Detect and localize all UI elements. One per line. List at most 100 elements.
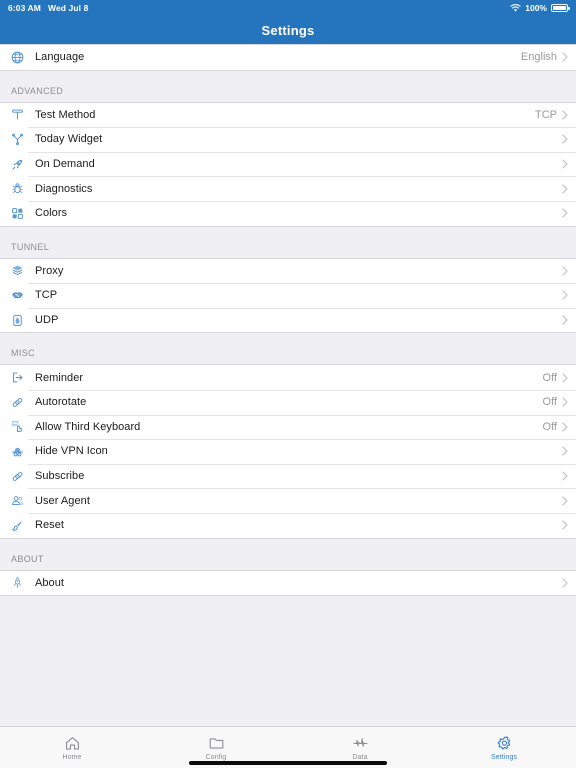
row-allow-third-keyboard[interactable]: Allow Third Keyboard Off bbox=[0, 414, 576, 440]
brush-icon bbox=[7, 519, 28, 532]
row-udp[interactable]: UDP bbox=[0, 307, 576, 333]
chevron-right-icon bbox=[562, 110, 568, 120]
chevron-right-icon bbox=[562, 315, 568, 325]
people-icon bbox=[7, 494, 28, 507]
row-tcp[interactable]: TCP bbox=[0, 283, 576, 308]
row-reminder[interactable]: Reminder Off bbox=[0, 365, 576, 390]
row-value: TCP bbox=[535, 108, 557, 121]
status-bar: 6:03 AM Wed Jul 8 100% bbox=[0, 0, 576, 16]
tab-bar: Home Config Data Settings bbox=[0, 726, 576, 768]
exit-arrow-icon bbox=[7, 371, 28, 384]
row-label: User Agent bbox=[35, 494, 90, 507]
status-bar-right: 100% bbox=[510, 3, 570, 13]
tab-label: Home bbox=[62, 753, 82, 761]
chevron-right-icon bbox=[562, 266, 568, 276]
row-accessory: Off bbox=[543, 421, 576, 433]
row-hide-vpn-icon[interactable]: Hide VPN Icon bbox=[0, 439, 576, 464]
gear-icon bbox=[497, 735, 510, 749]
row-accessory bbox=[557, 134, 576, 145]
row-label: UDP bbox=[35, 314, 59, 327]
tab-label: Config bbox=[205, 753, 227, 761]
tab-config[interactable]: Config bbox=[144, 727, 288, 768]
row-accessory: Off bbox=[543, 396, 576, 408]
badge-icon bbox=[7, 314, 28, 327]
layers-icon bbox=[7, 264, 28, 277]
settings-group-about: About bbox=[0, 569, 576, 597]
chevron-right-icon bbox=[562, 446, 568, 457]
row-label: Reminder bbox=[35, 371, 84, 384]
row-language[interactable]: Language English bbox=[0, 45, 576, 70]
row-label: Today Widget bbox=[35, 133, 103, 146]
row-label: TCP bbox=[35, 289, 58, 302]
row-reset[interactable]: Reset bbox=[0, 512, 576, 538]
row-test-method[interactable]: Test Method TCP bbox=[0, 102, 576, 128]
chevron-right-icon bbox=[562, 373, 568, 383]
chevron-right-icon bbox=[562, 159, 568, 169]
chevron-right-icon bbox=[562, 520, 568, 530]
link-icon bbox=[7, 396, 28, 409]
settings-group-misc: Reminder Off Autorotate Off Allow Third … bbox=[0, 364, 576, 539]
chevron-right-icon bbox=[562, 184, 568, 194]
row-label: Language bbox=[35, 51, 85, 64]
row-label: Allow Third Keyboard bbox=[35, 420, 141, 433]
row-label: Test Method bbox=[35, 108, 96, 121]
chevron-right-icon bbox=[562, 578, 568, 588]
settings-screen: 6:03 AM Wed Jul 8 100% Settings Language… bbox=[0, 0, 576, 768]
row-value: English bbox=[520, 51, 557, 64]
incognito-icon bbox=[7, 445, 28, 458]
row-accessory bbox=[557, 184, 576, 194]
rocket-pin-icon bbox=[7, 576, 28, 589]
row-today-widget[interactable]: Today Widget bbox=[0, 127, 576, 152]
tab-home[interactable]: Home bbox=[0, 727, 144, 768]
tab-settings[interactable]: Settings bbox=[432, 727, 576, 768]
chevron-right-icon bbox=[562, 52, 568, 62]
section-header-about: ABOUT bbox=[0, 538, 576, 570]
chevron-right-icon bbox=[562, 290, 568, 301]
row-label: Proxy bbox=[35, 264, 64, 277]
chevron-right-icon bbox=[562, 397, 568, 407]
row-colors[interactable]: Colors bbox=[0, 200, 576, 226]
settings-group-advanced: Test Method TCP Today Widget On Demand D… bbox=[0, 101, 576, 227]
row-proxy[interactable]: Proxy bbox=[0, 258, 576, 284]
page-title: Settings bbox=[261, 22, 315, 38]
branch-icon bbox=[7, 133, 28, 146]
wifi-icon bbox=[510, 3, 521, 12]
section-header-misc: MISC bbox=[0, 333, 576, 365]
globe-icon bbox=[7, 51, 28, 64]
tab-label: Settings bbox=[490, 753, 518, 761]
chevron-right-icon bbox=[562, 134, 568, 145]
battery-percent: 100% bbox=[525, 3, 547, 13]
row-accessory bbox=[557, 496, 576, 506]
row-label: Reset bbox=[35, 519, 64, 532]
row-label: Autorotate bbox=[35, 396, 87, 409]
row-accessory bbox=[557, 315, 576, 325]
tab-data[interactable]: Data bbox=[288, 727, 432, 768]
row-accessory: English bbox=[521, 51, 576, 63]
row-on-demand[interactable]: On Demand bbox=[0, 151, 576, 177]
row-label: Hide VPN Icon bbox=[35, 445, 108, 458]
row-diagnostics[interactable]: Diagnostics bbox=[0, 176, 576, 201]
link-icon bbox=[7, 470, 28, 483]
row-accessory bbox=[557, 159, 576, 169]
status-time: 6:03 AM bbox=[8, 3, 41, 13]
chevron-right-icon bbox=[562, 496, 568, 506]
nav-bar: Settings bbox=[0, 16, 576, 44]
row-user-agent[interactable]: User Agent bbox=[0, 488, 576, 513]
row-autorotate[interactable]: Autorotate Off bbox=[0, 389, 576, 415]
battery-full-icon bbox=[551, 4, 570, 12]
house-icon bbox=[65, 736, 79, 750]
settings-group-general: Language English bbox=[0, 44, 576, 71]
row-label: Subscribe bbox=[35, 470, 85, 483]
row-label: On Demand bbox=[35, 158, 95, 171]
hammer-icon bbox=[7, 108, 28, 121]
row-label: Diagnostics bbox=[35, 182, 93, 195]
row-about[interactable]: About bbox=[0, 570, 576, 596]
row-label: About bbox=[35, 576, 64, 589]
row-accessory bbox=[557, 290, 576, 301]
waveform-icon bbox=[353, 737, 367, 747]
row-subscribe[interactable]: Subscribe bbox=[0, 463, 576, 489]
grid-icon bbox=[7, 207, 28, 220]
row-accessory bbox=[557, 208, 576, 218]
status-date: Wed Jul 8 bbox=[47, 3, 89, 13]
settings-list[interactable]: Language English ADVANCED Test Method TC… bbox=[0, 44, 576, 726]
